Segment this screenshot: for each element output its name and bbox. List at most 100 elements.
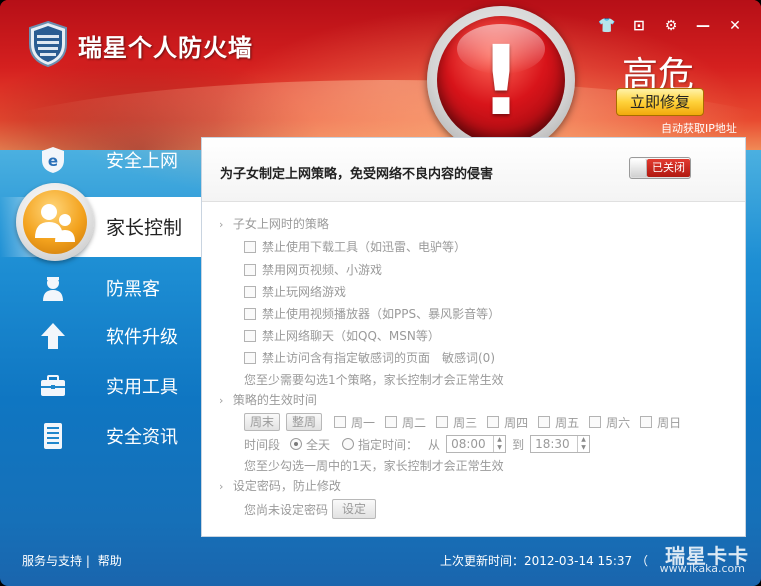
toolbox-icon	[41, 375, 65, 396]
policy-option[interactable]: 禁用网页视频、小游戏	[244, 261, 382, 278]
panel-body: › 子女上网时的策略 禁止使用下载工具（如迅雷、电驴等） 禁用网页视频、小游戏 …	[202, 202, 745, 536]
set-password-button[interactable]: 设定	[332, 499, 377, 519]
day-checkbox[interactable]	[589, 416, 602, 428]
sidebar-item-safe-browsing[interactable]: e 安全上网	[0, 135, 201, 185]
rising-shield-logo-icon	[29, 20, 67, 68]
from-time-spinner[interactable]: ▲▼	[446, 435, 507, 453]
day-option-wed[interactable]: 周三	[436, 414, 477, 431]
day-option-mon[interactable]: 周一	[334, 414, 375, 431]
parental-control-badge	[16, 183, 94, 261]
sidebar-item-label: 防黑客	[106, 279, 160, 300]
spinner-arrows[interactable]: ▲ ▼	[493, 436, 505, 452]
day-checkbox[interactable]	[640, 416, 653, 428]
section-heading-text: 子女上网时的策略	[232, 217, 329, 231]
day-label: 周五	[555, 415, 580, 430]
weekend-button[interactable]: 周末	[244, 413, 281, 431]
to-time-input[interactable]	[531, 436, 578, 452]
skin-icon[interactable]: 👕	[595, 16, 619, 36]
section-password-heading[interactable]: › 设定密码，防止修改	[219, 477, 341, 494]
spin-down-icon[interactable]: ▼	[494, 444, 505, 452]
all-day-radio[interactable]	[290, 438, 303, 450]
alarm-red-dome: !	[437, 16, 565, 144]
help-link[interactable]: 帮助	[98, 554, 122, 568]
spin-up-icon[interactable]: ▲	[494, 436, 505, 444]
close-button[interactable]: ✕	[723, 16, 747, 36]
chevron-right-icon: ›	[219, 394, 224, 407]
spin-up-icon[interactable]: ▲	[578, 436, 589, 444]
sidebar-item-software-upgrade[interactable]: 软件升级	[0, 311, 201, 361]
specific-time-label: 指定时间：	[358, 437, 419, 452]
alarm-indicator: !	[427, 6, 575, 154]
policy-checkbox[interactable]	[244, 307, 256, 320]
day-option-fri[interactable]: 周五	[538, 414, 579, 431]
svg-text:e: e	[48, 152, 58, 170]
day-label: 周一	[351, 415, 376, 430]
parental-control-panel: 为子女制定上网策略，免受网络不良内容的侵害 已关闭 › 子女上网时的策略 禁止使…	[201, 137, 746, 537]
sidebar-item-label: 安全上网	[106, 151, 178, 172]
all-week-button[interactable]: 整周	[286, 413, 323, 431]
family-icon	[35, 204, 75, 242]
minimize-button[interactable]: —	[691, 16, 715, 36]
sidebar-item-utilities[interactable]: 实用工具	[0, 361, 201, 411]
support-link[interactable]: 服务与支持	[22, 554, 82, 568]
policy-checkbox[interactable]	[244, 240, 256, 253]
from-time-input[interactable]	[447, 436, 494, 452]
day-checkbox[interactable]	[334, 416, 347, 428]
policy-option[interactable]: 禁止使用视频播放器（如PPS、暴风影音等）	[244, 305, 500, 322]
section-heading-text: 策略的生效时间	[232, 393, 317, 407]
policy-option[interactable]: 禁止网络聊天（如QQ、MSN等）	[244, 327, 440, 344]
app-title: 瑞星个人防火墙	[78, 34, 253, 62]
day-option-thu[interactable]: 周四	[487, 414, 528, 431]
upload-arrow-icon	[41, 323, 65, 349]
policy-option[interactable]: 禁止访问含有指定敏感词的页面 敏感词(0)	[244, 349, 495, 366]
day-checkbox[interactable]	[538, 416, 551, 428]
section-heading-text: 设定密码，防止修改	[232, 479, 341, 493]
exclamation-icon: !	[479, 25, 523, 137]
settings-gear-icon[interactable]: ⚙	[659, 16, 683, 36]
day-checkbox[interactable]	[487, 416, 500, 428]
day-label: 周二	[402, 415, 427, 430]
section-policy-heading[interactable]: › 子女上网时的策略	[219, 215, 329, 232]
to-time-spinner[interactable]: ▲▼	[530, 435, 591, 453]
family-icon-bg	[23, 190, 87, 254]
auto-ip-link[interactable]: 自动获取IP地址	[661, 120, 737, 136]
from-label: 从	[428, 437, 441, 452]
panel-title: 为子女制定上网策略，免受网络不良内容的侵害	[220, 167, 494, 182]
toggle-state-label: 已关闭	[647, 159, 690, 177]
parental-control-toggle[interactable]: 已关闭	[629, 157, 691, 179]
policy-checkbox[interactable]	[244, 263, 256, 276]
policy-option-label: 禁止网络聊天（如QQ、MSN等）	[262, 329, 440, 343]
policy-checkbox[interactable]	[244, 329, 256, 342]
policy-checkbox[interactable]	[244, 351, 256, 364]
schedule-note: 您至少勾选一周中的1天，家长控制才会正常生效	[244, 459, 504, 473]
policy-note: 您至少需要勾选1个策略，家长控制才会正常生效	[244, 373, 504, 387]
day-option-sat[interactable]: 周六	[589, 414, 630, 431]
toggle-knob[interactable]	[631, 159, 647, 177]
sidebar-item-label: 家长控制	[106, 217, 183, 239]
policy-checkbox[interactable]	[244, 285, 256, 298]
policy-option-label: 禁止使用视频播放器（如PPS、暴风影音等）	[262, 307, 501, 321]
spinner-arrows[interactable]: ▲ ▼	[577, 436, 589, 452]
news-icon	[44, 423, 62, 449]
sidebar-item-anti-hacker[interactable]: 防黑客	[0, 263, 201, 313]
last-update-text: 上次更新时间：2012-03-14 15:37 （	[440, 554, 648, 568]
day-checkbox[interactable]	[385, 416, 398, 428]
fix-now-button[interactable]: 立即修复	[616, 88, 704, 116]
policy-option-label: 禁止玩网络游戏	[262, 285, 347, 299]
section-schedule-heading[interactable]: › 策略的生效时间	[219, 391, 317, 408]
day-option-tue[interactable]: 周二	[385, 414, 426, 431]
sidebar-item-label: 软件升级	[106, 327, 178, 348]
menu-icon[interactable]: ⊡	[627, 16, 651, 36]
policy-option[interactable]: 禁止使用下载工具（如迅雷、电驴等）	[244, 238, 466, 255]
spin-down-icon[interactable]: ▼	[578, 444, 589, 452]
day-option-sun[interactable]: 周日	[640, 414, 681, 431]
sidebar-item-label: 安全资讯	[106, 427, 178, 448]
chevron-right-icon: ›	[219, 218, 224, 231]
sidebar-item-security-news[interactable]: 安全资讯	[0, 411, 201, 461]
hacker-icon	[43, 277, 63, 301]
specific-time-radio[interactable]	[342, 438, 355, 450]
panel-header: 为子女制定上网策略，免受网络不良内容的侵害 已关闭	[202, 138, 745, 202]
day-checkbox[interactable]	[436, 416, 449, 428]
watermark-url: www.ikaka.com	[659, 562, 745, 575]
policy-option[interactable]: 禁止玩网络游戏	[244, 283, 346, 300]
